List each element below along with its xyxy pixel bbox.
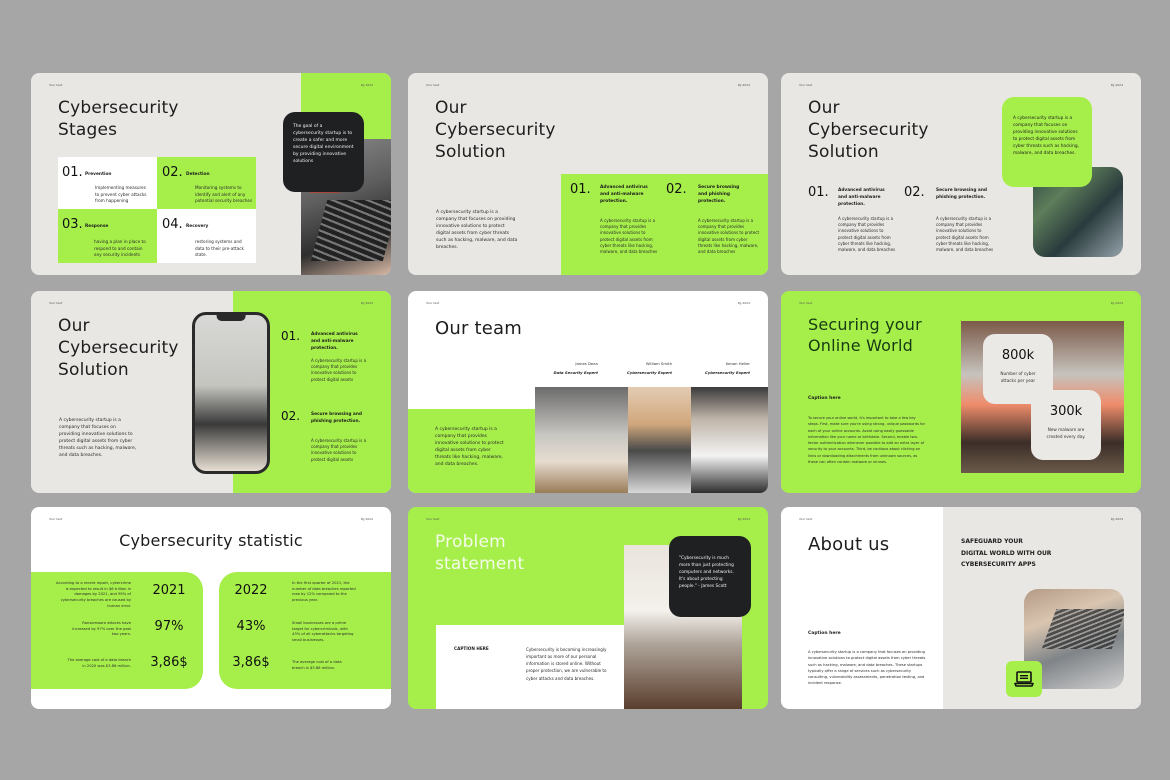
slide-title: About us xyxy=(808,534,890,555)
slide-title: Problem statement xyxy=(435,532,525,575)
slide-header-left: Your text xyxy=(426,301,440,305)
slide-solution-a[interactable]: Your text Pg 2024 Our Cybersecurity Solu… xyxy=(408,73,768,275)
slide-body: To secure your online world, it's import… xyxy=(808,416,926,464)
slide-securing-online-world[interactable]: Your text Pg 2024 Securing your Online W… xyxy=(781,291,1141,493)
team-member-2: William Smith Cybersecurity Expert xyxy=(626,361,672,375)
stat-panel-right: 2022 In the first quarter of 2021, the n… xyxy=(219,572,391,689)
slide-title: Our Cybersecurity Solution xyxy=(435,98,556,163)
slide-header-left: Your text xyxy=(426,517,440,521)
slide-header-right: Pg 2024 xyxy=(1110,301,1123,305)
slide-title: Our team xyxy=(435,318,522,339)
slide-title: Cybersecurity Stages xyxy=(58,98,179,141)
slide-header-left: Your text xyxy=(49,301,63,305)
slide-about-us[interactable]: Your text Pg 2024 About us SAFEGUARD YOU… xyxy=(781,507,1141,709)
stat-panel-left: According to a recent report, cybercrime… xyxy=(31,572,203,689)
slide-header-right: Pg 2024 xyxy=(360,517,373,521)
team-member-3: Kenan Heller Cybersecurity Expert xyxy=(704,361,750,375)
slide-title: Our Cybersecurity Solution xyxy=(58,316,179,381)
slide-header-left: Your text xyxy=(799,517,813,521)
slide-header-left: Your text xyxy=(799,83,813,87)
solution-panel: 01. Advanced antivirus and anti-malware … xyxy=(561,174,768,275)
stage-card-4: 04. Recovery restoring systems and data … xyxy=(157,209,256,263)
phone-notch xyxy=(216,315,246,321)
slide-body: A cybersecurity startup is a company tha… xyxy=(436,210,518,250)
slide-header-right: Pg 2024 xyxy=(360,83,373,87)
quote-card: The goal of a cybersecurity startup is t… xyxy=(283,112,364,192)
team-member-1: James Dean Data Security Expert xyxy=(553,361,599,375)
team-photo-1 xyxy=(535,387,628,493)
stat-card-2: 300k New malware are created every day. xyxy=(1031,390,1101,460)
slide-header-right: Pg 2024 xyxy=(737,517,750,521)
slide-body: A cybersecurity startup is a company tha… xyxy=(59,418,137,458)
quote-card: "Cybersecurity is much more than just pr… xyxy=(669,536,751,617)
slide-header-right: Pg 2024 xyxy=(737,83,750,87)
slide-header-left: Your text xyxy=(426,83,440,87)
laptop-icon xyxy=(1014,671,1034,687)
slide-title: Our Cybersecurity Solution xyxy=(808,98,929,163)
slide-solution-b[interactable]: Your text Pg 2024 Our Cybersecurity Solu… xyxy=(781,73,1141,275)
laptop-icon-badge xyxy=(1006,661,1042,697)
slide-header-right: Pg 2024 xyxy=(1110,517,1123,521)
team-photo-2 xyxy=(628,387,691,493)
stage-card-2: 02. Detection Monitoring systems to iden… xyxy=(157,157,256,209)
caption: Caption here xyxy=(808,396,841,401)
slide-header-right: Pg 2024 xyxy=(737,301,750,305)
tagline: SAFEGUARD YOUR DIGITAL WORLD WITH OUR CY… xyxy=(961,538,1052,569)
caption-panel: CAPTION HERE Cybersecurity is becoming i… xyxy=(436,625,626,709)
slide-header-left: Your text xyxy=(49,83,63,87)
slide-body: A cybersecurity startup is a company tha… xyxy=(808,650,926,686)
slide-header-left: Your text xyxy=(49,517,63,521)
slide-cybersecurity-stages[interactable]: Your text Pg 2024 Cybersecurity Stages T… xyxy=(31,73,391,275)
slide-solution-c[interactable]: Your text Pg 2024 Our Cybersecurity Solu… xyxy=(31,291,391,493)
phone-mockup xyxy=(192,312,270,474)
team-info-panel: A cybersecurity startup is a company tha… xyxy=(408,409,535,493)
team-photo-3 xyxy=(691,387,768,493)
slide-header-left: Your text xyxy=(799,301,813,305)
slide-title: Cybersecurity statistic xyxy=(119,531,303,550)
stage-card-1: 01. Prevention Implementing measures to … xyxy=(58,157,157,209)
slide-title: Securing your Online World xyxy=(808,315,922,355)
callout-card: A cybersecurity startup is a company tha… xyxy=(1002,97,1092,187)
stage-card-3: 03. Response having a plan in place to r… xyxy=(58,209,157,263)
slide-header-right: Pg 2024 xyxy=(360,301,373,305)
caption: Caption here xyxy=(808,631,841,636)
slide-our-team[interactable]: Your text Pg 2024 Our team James Dean Da… xyxy=(408,291,768,493)
slide-header-right: Pg 2024 xyxy=(1110,83,1123,87)
slide-problem-statement[interactable]: Your text Pg 2024 Problem statement CAPT… xyxy=(408,507,768,709)
slide-cybersecurity-statistic[interactable]: Your text Pg 2024 Cybersecurity statisti… xyxy=(31,507,391,709)
